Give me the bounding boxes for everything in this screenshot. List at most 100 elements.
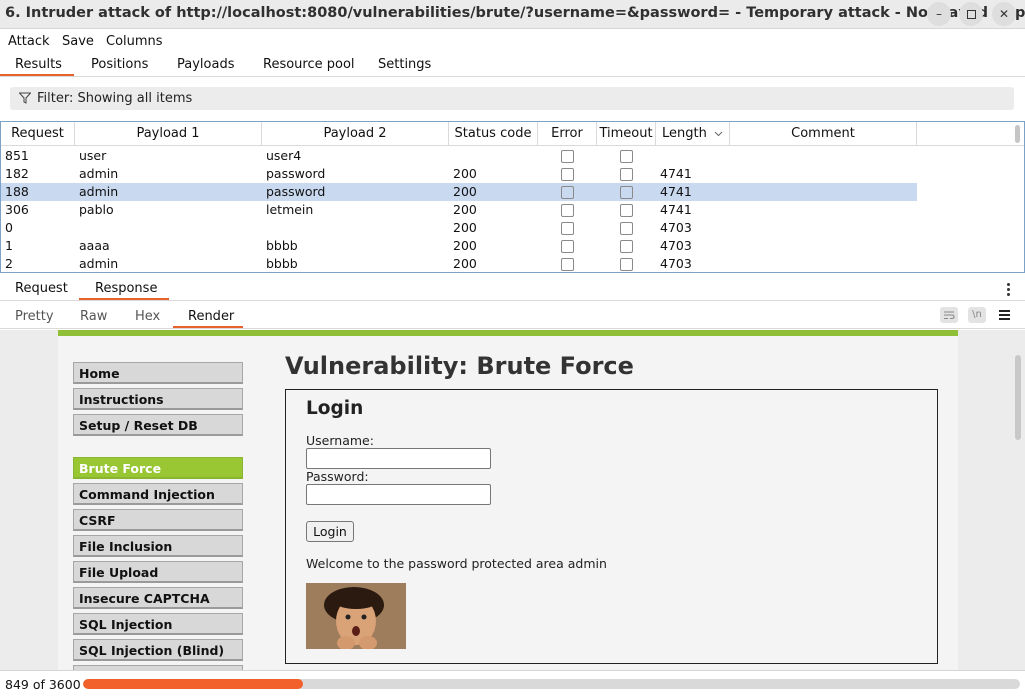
dvwa-menu-home[interactable]: Home (73, 362, 243, 384)
dvwa-menu-csrf[interactable]: CSRF (73, 509, 243, 531)
cell-payload2: bbbb (266, 256, 298, 271)
dvwa-menu-sql-injection[interactable]: SQL Injection (73, 613, 243, 635)
timeout-checkbox[interactable] (620, 204, 633, 217)
menu-attack[interactable]: Attack (8, 34, 50, 49)
username-field[interactable] (306, 448, 491, 469)
tab-response[interactable]: Response (95, 281, 157, 296)
tab-settings[interactable]: Settings (378, 57, 431, 72)
cell-length: 4703 (660, 256, 692, 271)
login-form: Login Username: Password: Login Welcome … (285, 389, 938, 664)
cell-request: 306 (5, 202, 29, 217)
filter-bar[interactable]: Filter: Showing all items (10, 87, 1014, 110)
cell-payload1: admin (79, 166, 119, 181)
timeout-checkbox[interactable] (620, 186, 633, 199)
tab-render[interactable]: Render (188, 309, 234, 324)
error-checkbox[interactable] (561, 204, 574, 217)
maximize-icon (966, 9, 976, 19)
timeout-checkbox[interactable] (620, 168, 633, 181)
cell-status: 200 (453, 202, 477, 217)
cell-request: 2 (5, 256, 13, 271)
table-row[interactable]: 0 200 4703 (1, 219, 917, 237)
table-row[interactable]: 851 user user4 (1, 147, 917, 165)
cell-payload2: password (266, 166, 326, 181)
table-header: Request Payload 1 Payload 2 Status code … (1, 122, 1024, 146)
table-scrollbar[interactable] (1015, 125, 1020, 143)
error-checkbox[interactable] (561, 168, 574, 181)
cell-payload1: user (79, 148, 107, 163)
column-header-error[interactable]: Error (538, 122, 597, 146)
column-header-request[interactable]: Request (1, 122, 75, 146)
error-checkbox[interactable] (561, 222, 574, 235)
error-checkbox[interactable] (561, 186, 574, 199)
tab-raw[interactable]: Raw (80, 309, 107, 324)
cell-length: 4741 (660, 166, 692, 181)
cell-length: 4741 (660, 202, 692, 217)
menu-columns[interactable]: Columns (106, 34, 163, 49)
tab-hex[interactable]: Hex (135, 309, 160, 324)
dvwa-menu-brute-force[interactable]: Brute Force (73, 457, 243, 479)
column-header-payload-2[interactable]: Payload 2 (262, 122, 449, 146)
more-options-icon[interactable] (1006, 283, 1012, 297)
dvwa-menu-instructions[interactable]: Instructions (73, 388, 243, 410)
sort-descending-icon (714, 131, 723, 136)
dvwa-menu-sql-injection-blind[interactable]: SQL Injection (Blind) (73, 639, 243, 661)
results-table: Request Payload 1 Payload 2 Status code … (0, 121, 1025, 273)
dvwa-menu-command-injection[interactable]: Command Injection (73, 483, 243, 505)
dvwa-menu-insecure-captcha[interactable]: Insecure CAPTCHA (73, 587, 243, 609)
column-header-status-code[interactable]: Status code (449, 122, 538, 146)
cell-request: 851 (5, 148, 29, 163)
table-row[interactable]: 306 pablo letmein 200 4741 (1, 201, 917, 219)
timeout-checkbox[interactable] (620, 222, 633, 235)
error-checkbox[interactable] (561, 240, 574, 253)
dvwa-menu-file-inclusion[interactable]: File Inclusion (73, 535, 243, 557)
timeout-checkbox[interactable] (620, 150, 633, 163)
attack-progress-fill (83, 679, 304, 689)
column-header-timeout[interactable]: Timeout (597, 122, 656, 146)
cell-payload2: password (266, 184, 326, 199)
minimize-button[interactable]: – (927, 2, 951, 26)
newline-toggle-button[interactable]: \n (968, 307, 986, 323)
cell-status: 200 (453, 184, 477, 199)
maximize-button[interactable] (959, 2, 983, 26)
table-row[interactable]: 188 admin password 200 4741 (1, 183, 917, 201)
cell-status: 200 (453, 256, 477, 271)
error-checkbox[interactable] (561, 150, 574, 163)
menu-save[interactable]: Save (62, 34, 94, 49)
render-scrollbar[interactable] (1015, 355, 1021, 440)
table-row[interactable]: 1 aaaa bbbb 200 4703 (1, 237, 917, 255)
tab-positions[interactable]: Positions (91, 57, 148, 72)
timeout-checkbox[interactable] (620, 258, 633, 271)
tab-payloads[interactable]: Payloads (177, 57, 234, 72)
username-label: Username: (306, 433, 374, 448)
dvwa-menu-setup[interactable]: Setup / Reset DB (73, 414, 243, 436)
request-response-tabs: Request Response (0, 277, 1025, 301)
dvwa-page: Home Instructions Setup / Reset DB Brute… (58, 330, 958, 670)
menubar: Attack Save Columns (0, 29, 1025, 53)
login-heading: Login (306, 398, 364, 419)
error-checkbox[interactable] (561, 258, 574, 271)
tab-pretty[interactable]: Pretty (15, 309, 54, 324)
main-tabs: Results Positions Payloads Resource pool… (0, 53, 1025, 77)
table-row[interactable]: 182 admin password 200 4741 (1, 165, 917, 183)
tab-results[interactable]: Results (15, 57, 62, 72)
dvwa-menu-file-upload[interactable]: File Upload (73, 561, 243, 583)
menu-icon[interactable] (999, 310, 1010, 320)
filter-icon (19, 92, 31, 104)
table-row[interactable]: 2 admin bbbb 200 4703 (1, 255, 917, 272)
welcome-message: Welcome to the password protected area a… (306, 556, 607, 571)
close-button[interactable]: ✕ (992, 2, 1016, 26)
tab-request[interactable]: Request (15, 281, 68, 296)
timeout-checkbox[interactable] (620, 240, 633, 253)
tab-resource-pool[interactable]: Resource pool (263, 57, 355, 72)
column-header-comment[interactable]: Comment (730, 122, 917, 146)
cell-payload2: bbbb (266, 238, 298, 253)
cell-status: 200 (453, 238, 477, 253)
column-header-payload-1[interactable]: Payload 1 (75, 122, 262, 146)
active-rr-tab-indicator (79, 298, 169, 300)
wrap-lines-icon[interactable] (940, 307, 958, 323)
password-field[interactable] (306, 484, 491, 505)
login-button[interactable]: Login (306, 521, 354, 542)
active-view-tab-indicator (173, 326, 243, 328)
column-header-length[interactable]: Length (656, 122, 730, 146)
cell-request: 182 (5, 166, 29, 181)
